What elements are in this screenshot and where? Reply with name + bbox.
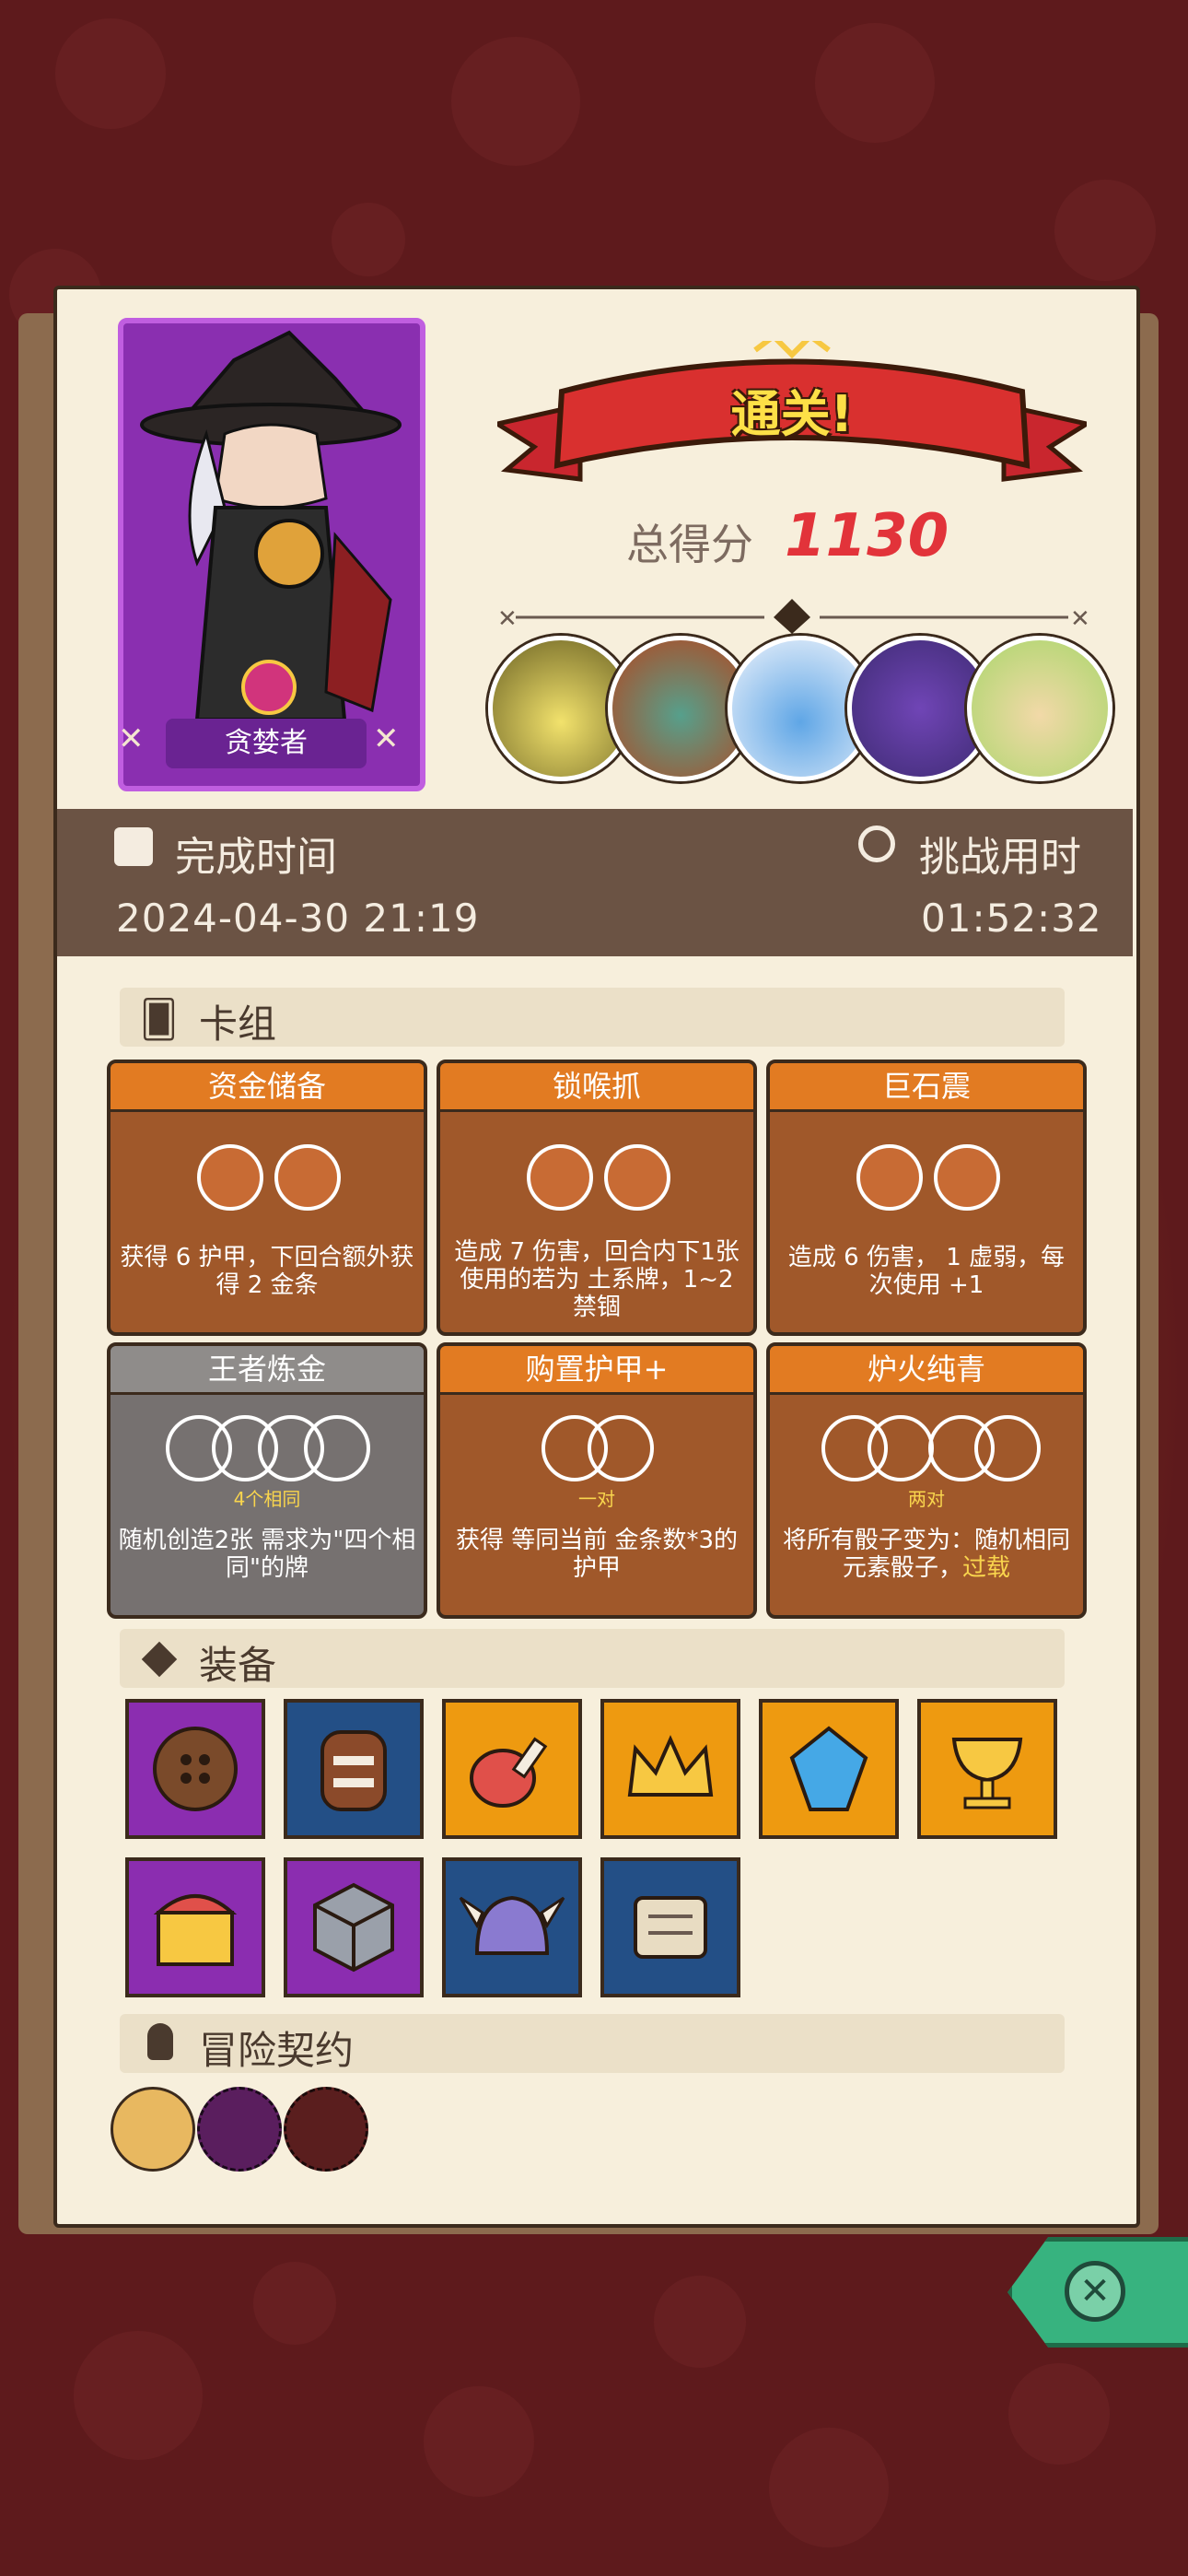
deck-label: 卡组 (199, 1001, 277, 1047)
deck-card[interactable]: 炉火纯青 两对 将所有骰子变为：随机相同元素骰子，过载 (766, 1342, 1087, 1619)
treasure-chest-icon[interactable] (125, 1857, 265, 1997)
person-icon (147, 2023, 173, 2060)
card-title: 巨石震 (770, 1063, 1083, 1112)
duration-label: 挑战用时 (919, 834, 1081, 881)
cards-icon: 🂠 (140, 999, 178, 1041)
ornamental-divider: ✕ ✕ (497, 599, 1090, 634)
crossbone-left-icon: ✕ (118, 720, 145, 757)
svg-text:✕: ✕ (1070, 605, 1090, 633)
contract-label: 冒险契约 (199, 2028, 355, 2073)
finish-time-label: 完成时间 (175, 834, 337, 881)
score-value: 1130 (785, 502, 949, 570)
card-description: 随机创造2张 需求为"四个相同"的牌 (118, 1527, 416, 1582)
card-title: 炉火纯青 (770, 1346, 1083, 1395)
earth-die-icon (604, 1144, 670, 1211)
deck-card[interactable]: 锁喉抓 造成 7 伤害，回合内下1张使用的若为 土系牌，1~2 禁锢 (437, 1060, 757, 1336)
finish-time-value: 2024-04-30 21:19 (116, 896, 480, 941)
earth-die-icon (856, 1144, 923, 1211)
character-name: 贪婪者 (166, 719, 367, 768)
coin-emblem-icon (241, 660, 297, 715)
deck-card[interactable]: 购置护甲+ 一对 获得 等同当前 金条数*3的护甲 (437, 1342, 757, 1619)
stopwatch-icon (858, 825, 895, 862)
scroll-icon[interactable] (600, 1857, 740, 1997)
card-title: 锁喉抓 (440, 1063, 753, 1112)
earth-die-icon (934, 1144, 1000, 1211)
calendar-icon (114, 827, 153, 866)
dice-requirement: 一对 (578, 1488, 615, 1510)
tribal-mask-icon[interactable] (284, 1699, 424, 1839)
crossbone-right-icon: ✕ (373, 720, 400, 757)
victory-banner-text: 通关! (730, 385, 854, 443)
equipment-label: 装备 (199, 1643, 277, 1688)
score-label: 总得分 (626, 520, 753, 569)
elf-queen-boss-icon (967, 636, 1112, 781)
close-icon[interactable]: ✕ (1065, 2261, 1125, 2322)
horned-helmet-icon[interactable] (442, 1857, 582, 1997)
maze-cube-icon[interactable] (284, 1857, 424, 1997)
deck-card[interactable]: 巨石震 造成 6 伤害， 1 虚弱，每次使用 +1 (766, 1060, 1087, 1336)
blue-gem-icon[interactable] (759, 1699, 899, 1839)
button-icon[interactable] (125, 1699, 265, 1839)
duration-value: 01:52:32 (921, 896, 1102, 941)
dice-requirement: 两对 (908, 1488, 945, 1510)
card-title: 王者炼金 (111, 1346, 424, 1395)
card-description: 将所有骰子变为：随机相同元素骰子，过载 (777, 1527, 1076, 1582)
overload-keyword: 过载 (962, 1554, 1011, 1582)
deck-card[interactable]: 王者炼金 4个相同 随机创造2张 需求为"四个相同"的牌 (107, 1342, 427, 1619)
crown-icon[interactable] (600, 1699, 740, 1839)
earth-die-icon (274, 1144, 341, 1211)
die-slot-icon (304, 1415, 370, 1481)
card-description: 获得 等同当前 金条数*3的护甲 (455, 1527, 739, 1582)
deck-card[interactable]: 资金储备 获得 6 护甲，下回合额外获得 2 金条 (107, 1060, 427, 1336)
meat-leg-icon[interactable] (442, 1699, 582, 1839)
card-description: 获得 6 护甲，下回合额外获得 2 金条 (120, 1244, 414, 1299)
scroll-contract-icon[interactable] (111, 2087, 195, 2172)
earth-die-icon (527, 1144, 593, 1211)
card-title: 购置护甲+ (440, 1346, 753, 1395)
card-description: 造成 6 伤害， 1 虚弱，每次使用 +1 (787, 1244, 1066, 1299)
die-slot-icon (868, 1415, 934, 1481)
earth-die-icon (197, 1144, 263, 1211)
card-description: 造成 7 伤害，回合内下1张使用的若为 土系牌，1~2 禁锢 (454, 1238, 740, 1321)
svg-text:✕: ✕ (497, 605, 518, 633)
meat-contract-icon[interactable] (284, 2087, 368, 2172)
golden-chalice-icon[interactable] (917, 1699, 1057, 1839)
dice-requirement: 4个相同 (233, 1488, 301, 1510)
card-description-text: 将所有骰子变为：随机相同元素骰子， (782, 1527, 1070, 1582)
die-slot-icon (588, 1415, 654, 1481)
bone-contract-icon[interactable] (197, 2087, 282, 2172)
card-title: 资金储备 (111, 1063, 424, 1112)
die-slot-icon (974, 1415, 1041, 1481)
